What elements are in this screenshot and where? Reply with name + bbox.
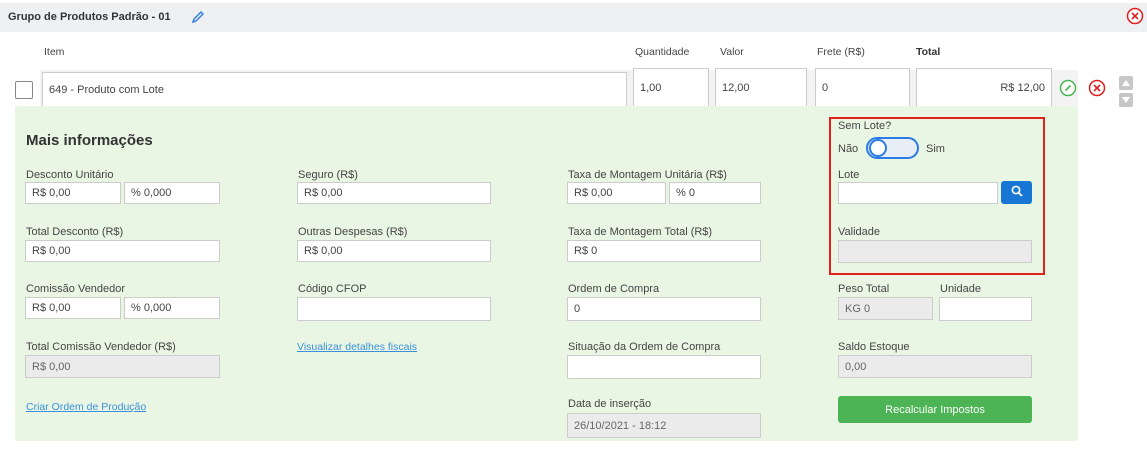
saldo-estoque-label: Saldo Estoque [838,341,910,353]
column-total: Total [916,46,941,58]
validade-label: Validade [838,226,880,238]
taxa-montagem-total-input[interactable]: R$ 0 [567,240,761,262]
lote-label: Lote [838,169,860,181]
lote-input[interactable] [838,182,998,204]
saldo-estoque-field: 0,00 [838,355,1032,378]
codigo-cfop-input[interactable] [297,297,491,321]
toggle-off-label: Não [838,143,859,155]
total-comissao-field: R$ 0,00 [25,355,220,378]
validade-field [838,240,1032,263]
taxa-montagem-unitaria-input[interactable]: R$ 0,00 [567,182,666,204]
group-title: Grupo de Produtos Padrão - 01 [8,11,171,23]
data-insercao-label: Data de inserção [568,398,652,410]
codigo-cfop-label: Código CFOP [298,283,367,295]
frete-input[interactable]: 0 [815,68,910,108]
item-select-checkbox[interactable] [15,81,33,99]
desconto-unitario-label: Desconto Unitário [26,169,114,181]
toggle-on-label: Sim [926,143,945,155]
comissao-vendedor-label: Comissão Vendedor [26,283,126,295]
search-icon [1011,185,1023,200]
situacao-ordem-label: Situação da Ordem de Compra [568,341,721,353]
group-header [0,3,1147,32]
sem-lote-toggle[interactable] [866,137,919,159]
valor-input[interactable]: 12,00 [715,68,807,108]
seguro-label: Seguro (R$) [298,169,358,181]
check-circle-icon[interactable] [1059,79,1077,97]
comissao-vendedor-input[interactable]: R$ 0,00 [25,297,121,319]
total-desconto-label: Total Desconto (R$) [26,226,124,238]
peso-total-field: KG 0 [838,297,933,320]
desconto-unitario-input[interactable]: R$ 0,00 [25,182,121,204]
visualizar-detalhes-fiscais-link[interactable]: Visualizar detalhes fiscais [297,341,417,353]
sem-lote-label: Sem Lote? [838,120,892,132]
toggle-knob [869,139,887,157]
recalcular-impostos-button[interactable]: Recalcular Impostos [838,396,1032,423]
taxa-montagem-total-label: Taxa de Montagem Total (R$) [568,226,713,238]
column-valor: Valor [720,46,744,58]
outras-despesas-input[interactable]: R$ 0,00 [297,240,491,262]
unidade-input[interactable] [939,297,1032,321]
total-field: R$ 12,00 [916,68,1052,108]
seguro-input[interactable]: R$ 0,00 [297,182,491,204]
desconto-unitario-percent-input[interactable]: % 0,000 [124,182,220,204]
unidade-label: Unidade [940,283,981,295]
details-title: Mais informações [26,132,153,149]
situacao-ordem-input[interactable] [567,355,761,379]
comissao-vendedor-percent-input[interactable]: % 0,000 [124,297,220,319]
data-insercao-field: 26/10/2021 - 18:12 [567,413,761,438]
taxa-montagem-unitaria-percent-input[interactable]: % 0 [669,182,761,204]
column-item: Item [44,46,65,58]
column-frete: Frete (R$) [817,46,865,58]
close-group-icon[interactable] [1126,7,1144,25]
outras-despesas-label: Outras Despesas (R$) [298,226,408,238]
pencil-icon[interactable] [190,9,206,25]
lote-search-button[interactable] [1001,181,1032,204]
taxa-montagem-unitaria-label: Taxa de Montagem Unitária (R$) [568,169,727,181]
criar-ordem-producao-link[interactable]: Criar Ordem de Produção [26,401,146,413]
arrow-up-icon[interactable] [1119,76,1133,90]
ordem-compra-input[interactable]: 0 [567,297,761,321]
ordem-compra-label: Ordem de Compra [568,283,660,295]
remove-item-icon[interactable] [1088,79,1106,97]
total-comissao-label: Total Comissão Vendedor (R$) [26,341,176,353]
total-desconto-input[interactable]: R$ 0,00 [25,240,220,262]
column-quantidade: Quantidade [635,46,690,58]
quantidade-input[interactable]: 1,00 [633,68,709,108]
peso-total-label: Peso Total [838,283,890,295]
arrow-down-icon[interactable] [1119,93,1133,107]
item-field[interactable]: 649 - Produto com Lote [42,72,627,107]
